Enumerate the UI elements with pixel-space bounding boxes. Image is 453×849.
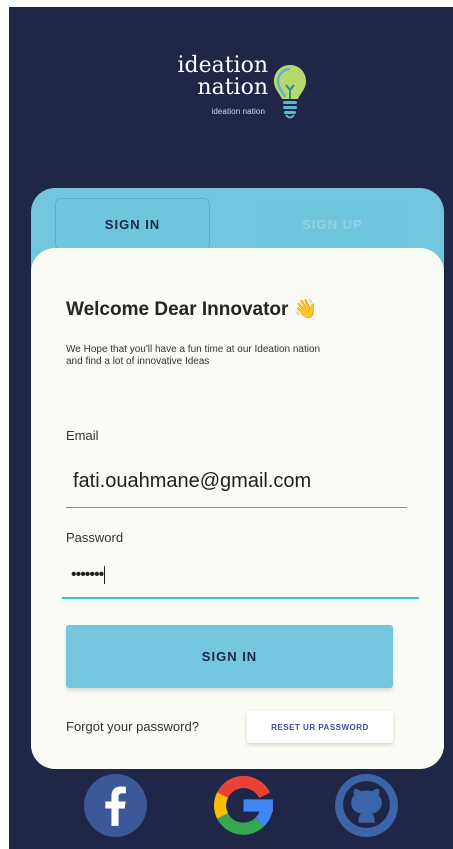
github-login-button[interactable] (334, 773, 399, 838)
email-field[interactable]: fati.ouahmane@gmail.com (73, 470, 408, 493)
auth-card: SIGN IN SIGN UP Welcome Dear Innovator 👋… (31, 188, 444, 769)
google-login-button[interactable] (211, 773, 276, 838)
email-label: Email (66, 428, 99, 443)
github-icon (335, 774, 398, 837)
password-underline (62, 597, 419, 599)
google-icon (214, 775, 273, 835)
password-field[interactable]: ••••••• (71, 566, 421, 590)
logo-title: ideation nation (177, 55, 268, 99)
lightbulb-icon (274, 65, 306, 119)
tab-sign-up[interactable]: SIGN UP (255, 198, 410, 250)
forgot-password-text: Forgot your password? (66, 719, 199, 734)
sign-in-button[interactable]: SIGN IN (66, 625, 393, 688)
welcome-description: We Hope that you'll have a fun time at o… (66, 344, 321, 367)
password-mask: ••••••• (71, 566, 104, 584)
text-caret (104, 566, 106, 584)
email-underline (66, 507, 407, 508)
logo-title-line2: nation (197, 75, 268, 100)
sign-in-panel: Welcome Dear Innovator 👋 We Hope that yo… (31, 248, 444, 769)
logo-subtitle: ideation nation (211, 107, 265, 116)
facebook-login-button[interactable] (83, 773, 148, 838)
tab-sign-in[interactable]: SIGN IN (55, 198, 210, 250)
welcome-title: Welcome Dear Innovator 👋 (66, 299, 318, 320)
app-screen: ideation nation ideation nation SIGN IN … (9, 7, 453, 849)
reset-password-button[interactable]: RESET UR PASSWORD (247, 711, 393, 743)
password-label: Password (66, 530, 124, 545)
facebook-icon (84, 774, 147, 837)
app-logo: ideation nation ideation nation (164, 55, 324, 135)
